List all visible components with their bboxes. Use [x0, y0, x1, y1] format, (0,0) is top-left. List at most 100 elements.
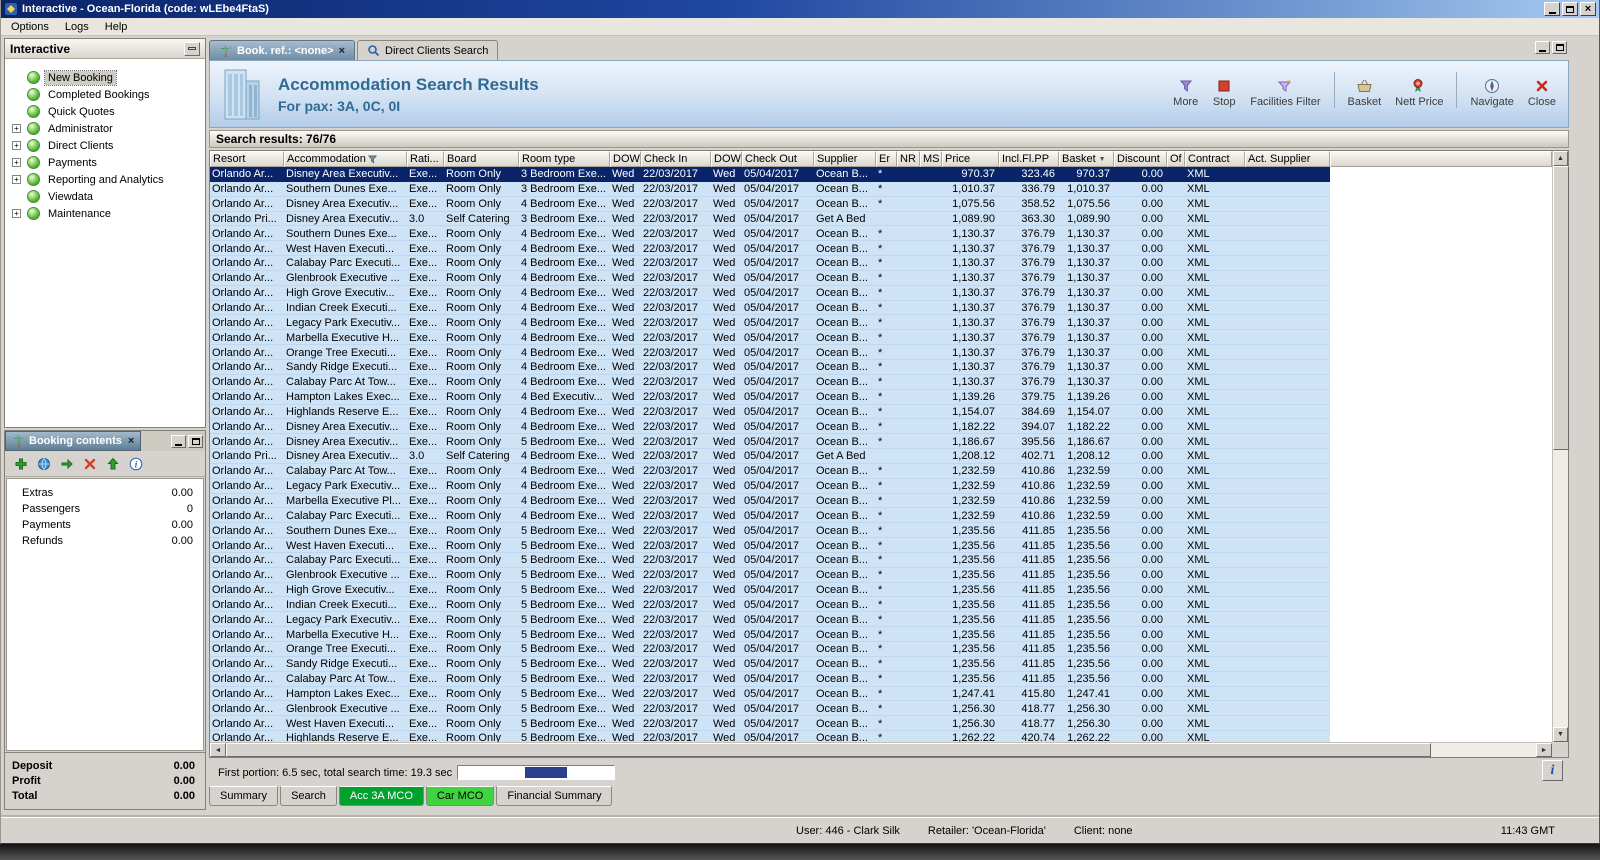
table-row[interactable]: Orlando Ar...Orange Tree Executi...Exe..…: [210, 642, 1330, 657]
close-button[interactable]: Close: [1522, 76, 1562, 110]
info-button[interactable]: i: [1542, 760, 1563, 781]
table-row[interactable]: Orlando Ar...Disney Area Executiv...Exe.…: [210, 434, 1330, 449]
column-header-dow[interactable]: DOW: [610, 151, 641, 167]
vertical-scroll-thumb[interactable]: [1553, 166, 1569, 450]
table-row[interactable]: Orlando Ar...Highlands Reserve E...Exe..…: [210, 405, 1330, 420]
column-header-incl-fl-pp[interactable]: Incl.Fl.PP: [999, 151, 1059, 167]
close-icon[interactable]: ×: [128, 435, 134, 447]
horizontal-scrollbar[interactable]: ◄ ►: [210, 742, 1552, 757]
booking-item-payments[interactable]: Payments0.00: [7, 517, 203, 533]
table-row[interactable]: Orlando Ar...Hampton Lakes Exec...Exe...…: [210, 390, 1330, 405]
expand-toggle[interactable]: +: [12, 209, 21, 218]
expand-toggle[interactable]: +: [12, 175, 21, 184]
table-row[interactable]: Orlando Ar...Legacy Park Executiv...Exe.…: [210, 479, 1330, 494]
mdi-restore-button[interactable]: [1552, 41, 1567, 54]
navigate-button[interactable]: Navigate: [1464, 76, 1519, 110]
more-button[interactable]: More: [1167, 76, 1204, 110]
expand-toggle[interactable]: +: [12, 124, 21, 133]
table-row[interactable]: Orlando Ar...Marbella Executive H...Exe.…: [210, 627, 1330, 642]
sidebar-item-direct-clients[interactable]: +Direct Clients: [5, 137, 205, 154]
tab-close-icon[interactable]: ×: [339, 45, 345, 57]
column-header-act-supplier[interactable]: Act. Supplier: [1245, 151, 1330, 167]
table-row[interactable]: Orlando Ar...Southern Dunes Exe...Exe...…: [210, 523, 1330, 538]
table-row[interactable]: Orlando Ar...Calabay Parc Executi...Exe.…: [210, 508, 1330, 523]
booking-item-extras[interactable]: Extras0.00: [7, 485, 203, 501]
booking-item-passengers[interactable]: Passengers0: [7, 501, 203, 517]
scroll-right-button[interactable]: ►: [1536, 743, 1552, 757]
minimize-button[interactable]: [1544, 2, 1560, 16]
column-header-dow[interactable]: DOW: [711, 151, 742, 167]
table-row[interactable]: Orlando Ar...Indian Creek Executi...Exe.…: [210, 597, 1330, 612]
bottom-tab-financial-summary[interactable]: Financial Summary: [496, 786, 612, 806]
bottom-tab-search[interactable]: Search: [280, 786, 337, 806]
sidebar-item-completed-bookings[interactable]: +Completed Bookings: [5, 86, 205, 103]
table-row[interactable]: Orlando Ar...Indian Creek Executi...Exe.…: [210, 301, 1330, 316]
table-row[interactable]: Orlando Ar...Glenbrook Executive ...Exe.…: [210, 271, 1330, 286]
column-header-er[interactable]: Er: [876, 151, 897, 167]
table-row[interactable]: Orlando Ar...West Haven Executi...Exe...…: [210, 716, 1330, 731]
column-header-rati[interactable]: Rati...: [407, 151, 444, 167]
minimize-panel-button[interactable]: [171, 435, 186, 448]
table-row[interactable]: Orlando Ar...Glenbrook Executive ...Exe.…: [210, 701, 1330, 716]
booking-contents-tab[interactable]: Booking contents ×: [5, 431, 141, 451]
horizontal-scroll-track[interactable]: [226, 743, 1536, 757]
table-row[interactable]: Orlando Pri...Disney Area Executiv...3.0…: [210, 449, 1330, 464]
expand-toggle[interactable]: +: [12, 141, 21, 150]
column-header-contract[interactable]: Contract: [1185, 151, 1245, 167]
scroll-up-button[interactable]: ▲: [1553, 151, 1568, 166]
table-row[interactable]: Orlando Ar...Disney Area Executiv...Exe.…: [210, 197, 1330, 212]
maximize-button[interactable]: [1562, 2, 1578, 16]
sidebar-item-new-booking[interactable]: +New Booking: [5, 69, 205, 86]
scroll-down-button[interactable]: ▼: [1553, 727, 1568, 742]
stop-button[interactable]: Stop: [1206, 76, 1242, 110]
table-row[interactable]: Orlando Ar...Legacy Park Executiv...Exe.…: [210, 315, 1330, 330]
column-header-board[interactable]: Board: [444, 151, 519, 167]
menu-help[interactable]: Help: [97, 19, 136, 35]
scroll-left-button[interactable]: ◄: [210, 743, 226, 757]
column-header-supplier[interactable]: Supplier: [814, 151, 876, 167]
table-row[interactable]: Orlando Ar...Hampton Lakes Exec...Exe...…: [210, 687, 1330, 702]
vertical-scrollbar[interactable]: ▲ ▼: [1552, 151, 1568, 742]
sidebar-item-administrator[interactable]: +Administrator: [5, 120, 205, 137]
table-row[interactable]: Orlando Ar...Calabay Parc At Tow...Exe..…: [210, 375, 1330, 390]
mdi-minimize-button[interactable]: [1535, 41, 1550, 54]
bottom-tab-summary[interactable]: Summary: [209, 786, 278, 806]
column-header-nr[interactable]: NR: [897, 151, 920, 167]
nett-price-button[interactable]: Nett Price: [1389, 76, 1449, 110]
table-row[interactable]: Orlando Ar...Marbella Executive H...Exe.…: [210, 330, 1330, 345]
sidebar-item-maintenance[interactable]: +Maintenance: [5, 205, 205, 222]
table-row[interactable]: Orlando Ar...Marbella Executive Pl...Exe…: [210, 494, 1330, 509]
basket-button[interactable]: Basket: [1342, 76, 1388, 110]
tab-book-ref-none[interactable]: Book. ref.: <none>×: [209, 40, 355, 60]
horizontal-scroll-thumb[interactable]: [226, 743, 1431, 757]
sidebar-item-reporting-and-analytics[interactable]: +Reporting and Analytics: [5, 171, 205, 188]
column-header-resort[interactable]: Resort: [210, 151, 284, 167]
collapse-panel-button[interactable]: [184, 42, 200, 56]
table-row[interactable]: Orlando Ar...Sandy Ridge Executi...Exe..…: [210, 657, 1330, 672]
table-row[interactable]: Orlando Ar...Highlands Reserve E...Exe..…: [210, 731, 1330, 742]
delete-button[interactable]: [82, 456, 98, 472]
table-row[interactable]: Orlando Ar...West Haven Executi...Exe...…: [210, 241, 1330, 256]
table-row[interactable]: Orlando Ar...West Haven Executi...Exe...…: [210, 538, 1330, 553]
table-row[interactable]: Orlando Ar...High Grove Executiv...Exe..…: [210, 286, 1330, 301]
sidebar-item-payments[interactable]: +Payments: [5, 154, 205, 171]
column-header-accommodation[interactable]: Accommodation: [284, 151, 407, 167]
table-row[interactable]: Orlando Ar...Calabay Parc At Tow...Exe..…: [210, 672, 1330, 687]
table-row[interactable]: Orlando Ar...High Grove Executiv...Exe..…: [210, 583, 1330, 598]
menu-options[interactable]: Options: [3, 19, 57, 35]
transfer-button[interactable]: [59, 456, 75, 472]
restore-panel-button[interactable]: [188, 435, 203, 448]
expand-toggle[interactable]: +: [12, 158, 21, 167]
column-header-ms[interactable]: MS: [920, 151, 942, 167]
facilities-filter-button[interactable]: Facilities Filter: [1244, 76, 1326, 110]
bottom-tab-car-mco[interactable]: Car MCO: [426, 786, 494, 806]
column-header-check-in[interactable]: Check In: [641, 151, 711, 167]
table-row[interactable]: Orlando Ar...Sandy Ridge Executi...Exe..…: [210, 360, 1330, 375]
upload-button[interactable]: [105, 456, 121, 472]
close-window-button[interactable]: ×: [1580, 2, 1596, 16]
table-row[interactable]: Orlando Ar...Glenbrook Executive ...Exe.…: [210, 568, 1330, 583]
sidebar-item-viewdata[interactable]: +Viewdata: [5, 188, 205, 205]
column-header-basket[interactable]: Basket▼: [1059, 151, 1114, 167]
column-header-of[interactable]: Of: [1167, 151, 1185, 167]
table-row[interactable]: Orlando Ar...Legacy Park Executiv...Exe.…: [210, 612, 1330, 627]
